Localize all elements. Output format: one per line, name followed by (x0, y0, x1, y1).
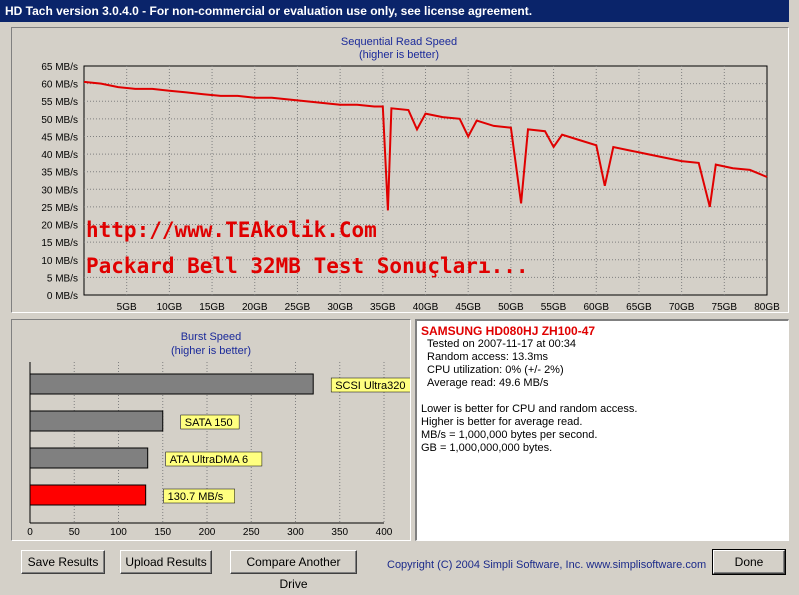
seq-y-tick-label: 10 MB/s (41, 256, 78, 267)
seq-y-tick-label: 50 MB/s (41, 115, 78, 126)
seq-y-tick-label: 15 MB/s (41, 238, 78, 249)
window-title: HD Tach version 3.0.4.0 - For non-commer… (5, 4, 533, 18)
burst-bar (29, 410, 164, 432)
done-button[interactable]: Done (712, 549, 786, 575)
average-read: Average read: 49.6 MB/s (427, 377, 549, 389)
seq-x-tick-label: 70GB (669, 302, 695, 312)
note-mbs: MB/s = 1,000,000 bytes per second. (421, 429, 598, 441)
seq-x-tick-label: 60GB (583, 302, 609, 312)
seq-chart-subtitle: (higher is better) (359, 49, 439, 61)
burst-speed-panel: Burst Speed (higher is better) SCSI Ultr… (11, 319, 422, 541)
drive-name: SAMSUNG HD080HJ ZH100-47 (421, 324, 596, 338)
burst-x-tick-label: 50 (69, 527, 81, 538)
seq-x-tick-label: 10GB (157, 302, 183, 312)
seq-y-tick-label: 0 MB/s (47, 291, 78, 302)
seq-chart-title: Sequential Read Speed (341, 36, 457, 48)
burst-chart-subtitle: (higher is better) (171, 345, 251, 357)
burst-x-tick-label: 350 (331, 527, 348, 538)
seq-y-tick-label: 65 MB/s (41, 62, 78, 73)
seq-y-tick-label: 20 MB/s (41, 221, 78, 232)
random-access: Random access: 13.3ms (427, 351, 549, 363)
copyright-text: Copyright (C) 2004 Simpli Software, Inc.… (387, 559, 707, 571)
burst-chart-title: Burst Speed (181, 331, 242, 343)
burst-x-tick-label: 0 (27, 527, 33, 538)
burst-x-tick-label: 250 (243, 527, 260, 538)
burst-bars: SCSI Ultra320 SATA 150 ATA UltraDMA 6 130.7… (29, 373, 422, 506)
burst-x-tick-label: 400 (376, 527, 393, 538)
burst-x-tick-label: 150 (154, 527, 171, 538)
burst-bar (29, 447, 149, 469)
seq-x-tick-label: 30GB (327, 302, 353, 312)
burst-bar (29, 484, 147, 506)
seq-x-tick-label: 25GB (285, 302, 311, 312)
burst-x-tick-label: 200 (199, 527, 216, 538)
seq-x-tick-label: 40GB (413, 302, 439, 312)
sequential-read-panel: Sequential Read Speed (higher is better)… (11, 27, 789, 313)
seq-y-tick-label: 40 MB/s (41, 150, 78, 161)
burst-bar-label: ATA UltraDMA 6 (170, 454, 248, 466)
seq-x-tick-label: 55GB (541, 302, 567, 312)
burst-bar (29, 373, 314, 395)
burst-bar-label: 130.7 MB/s (168, 491, 224, 503)
test-date: Tested on 2007-11-17 at 00:34 (427, 338, 577, 350)
seq-x-tick-label: 20GB (242, 302, 268, 312)
burst-bar-label: SCSI Ultra320 (335, 380, 405, 392)
seq-x-tick-label: 50GB (498, 302, 524, 312)
burst-x-tick-label: 100 (110, 527, 127, 538)
seq-y-tick-label: 30 MB/s (41, 185, 78, 196)
upload-results-button[interactable]: Upload Results (120, 550, 212, 574)
note-lower-better: Lower is better for CPU and random acces… (421, 403, 638, 415)
seq-y-tick-label: 5 MB/s (47, 273, 78, 284)
seq-x-tick-label: 75GB (712, 302, 738, 312)
seq-y-tick-label: 60 MB/s (41, 80, 78, 91)
save-results-button[interactable]: Save Results (21, 550, 105, 574)
compare-another-drive-button[interactable]: Compare Another Drive (230, 550, 357, 591)
seq-x-tick-label: 45GB (455, 302, 481, 312)
seq-x-tick-label: 15GB (199, 302, 225, 312)
seq-x-ticks: 5GB 10GB 15GB 20GB 25GB 30GB 35GB 40GB 45GB 50GB 5… (117, 302, 780, 313)
seq-y-ticks: 65 MB/s 60 MB/s 55 MB/s 50 MB/s 45 MB/s 40 MB… (41, 62, 78, 302)
watermark-caption: Packard Bell 32MB Test Sonuçları... (86, 254, 529, 278)
burst-speed-chart: Burst Speed (higher is better) SCSI Ultr… (27, 331, 422, 538)
watermark-url: http://www.TEAkolik.Com (86, 218, 377, 242)
title-bar[interactable]: HD Tach version 3.0.4.0 - For non-commer… (0, 0, 799, 22)
seq-y-tick-label: 25 MB/s (41, 203, 78, 214)
seq-y-tick-label: 35 MB/s (41, 168, 78, 179)
seq-x-tick-label: 80GB (754, 302, 780, 312)
sequential-read-chart: Sequential Read Speed (higher is better)… (41, 36, 780, 313)
seq-y-tick-label: 55 MB/s (41, 97, 78, 108)
note-higher-better: Higher is better for average read. (421, 416, 583, 428)
seq-x-tick-label: 35GB (370, 302, 396, 312)
seq-x-tick-label: 5GB (117, 302, 137, 312)
cpu-utilization: CPU utilization: 0% (+/- 2%) (427, 364, 564, 376)
seq-y-tick-label: 45 MB/s (41, 132, 78, 143)
note-gb: GB = 1,000,000,000 bytes. (421, 442, 553, 454)
burst-x-tick-label: 300 (287, 527, 304, 538)
burst-x-ticks: 0 50 100 150 200 250 300 350 400 (27, 527, 393, 538)
burst-bar-label: SATA 150 (185, 417, 233, 429)
seq-x-tick-label: 65GB (626, 302, 652, 312)
drive-info-panel: SAMSUNG HD080HJ ZH100-47 Tested on 2007-… (415, 319, 789, 541)
window-edge (789, 0, 799, 22)
